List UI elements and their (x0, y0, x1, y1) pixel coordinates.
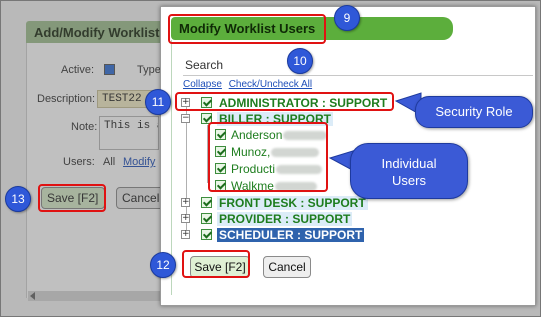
step-badge-11: 11 (145, 89, 171, 115)
step-badge-13: 13 (5, 186, 31, 212)
individual-users-callout: Individual Users (350, 143, 468, 199)
security-role-callout-text: Security Role (435, 104, 513, 119)
individual-users-callout-text: Individual Users (381, 156, 437, 188)
security-role-callout: Security Role (415, 96, 533, 128)
step-badge-10: 10 (287, 48, 313, 74)
step-badge-12: 12 (150, 252, 176, 278)
step-badge-9: 9 (334, 5, 360, 31)
